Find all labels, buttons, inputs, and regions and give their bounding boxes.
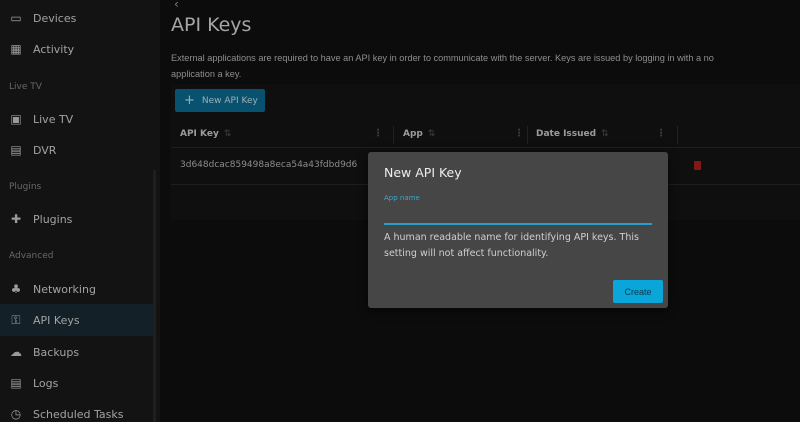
dialog-title: New API Key (384, 165, 462, 180)
app-name-label: App name (384, 194, 420, 202)
new-api-key-dialog: New API Key App name A human readable na… (368, 152, 668, 308)
app-name-help-text: A human readable name for identifying AP… (384, 232, 639, 259)
app-name-input[interactable] (384, 202, 652, 225)
create-button[interactable]: Create (613, 280, 663, 303)
